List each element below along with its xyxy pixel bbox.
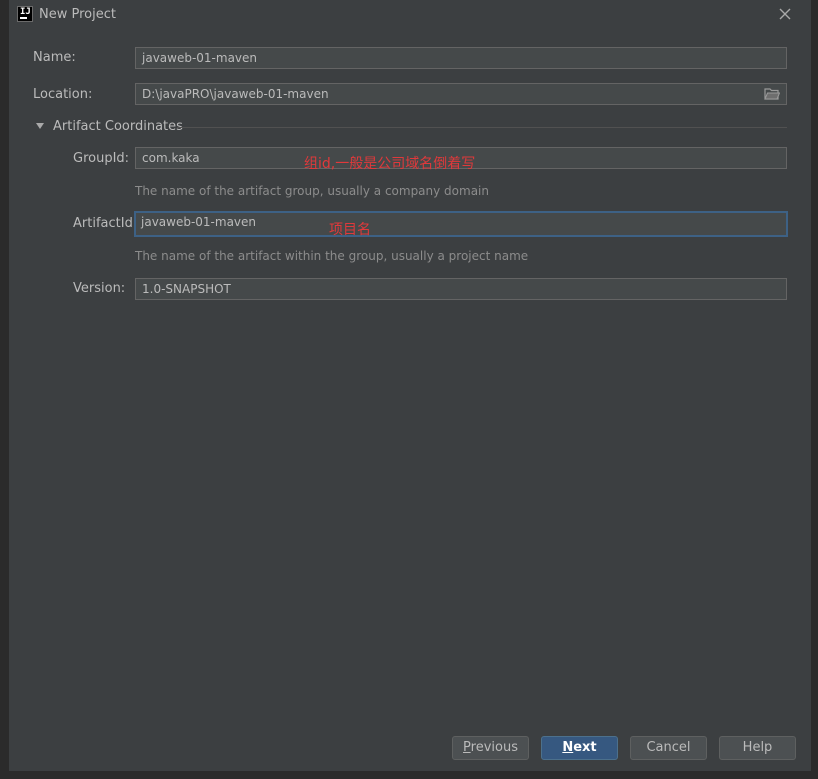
previous-label: revious [470, 740, 518, 755]
section-divider [177, 127, 787, 128]
close-icon[interactable] [775, 4, 795, 24]
previous-mnemonic: P [463, 740, 471, 755]
artifactid-hint: The name of the artifact within the grou… [135, 249, 529, 263]
groupid-label: GroupId: [73, 151, 130, 166]
next-label: ext [573, 740, 597, 755]
window-title: New Project [39, 7, 116, 22]
triangle-down-icon [36, 123, 44, 129]
artifactid-annotation: 项目名 [329, 222, 371, 238]
location-input[interactable]: D:\javaPRO\javaweb-01-maven [135, 83, 787, 105]
folder-icon[interactable] [764, 87, 781, 101]
version-label: Version: [73, 281, 126, 296]
name-input[interactable]: javaweb-01-maven [135, 47, 787, 69]
location-label: Location: [33, 87, 93, 102]
artifact-coordinates-title: Artifact Coordinates [53, 119, 183, 134]
title-bar: IJ New Project [9, 0, 811, 30]
new-project-dialog: IJ New Project Name: javaweb-01-maven Lo… [8, 0, 812, 771]
help-button[interactable]: Help [719, 736, 796, 760]
groupid-hint: The name of the artifact group, usually … [135, 184, 489, 198]
name-label: Name: [33, 50, 76, 65]
previous-button[interactable]: Previous [452, 736, 529, 760]
intellij-idea-icon: IJ [17, 6, 33, 22]
next-mnemonic: N [562, 740, 574, 755]
cancel-button[interactable]: Cancel [630, 736, 707, 760]
groupid-annotation: 组id,一般是公司域名倒着写 [304, 156, 476, 172]
artifactid-label: ArtifactId: [73, 216, 138, 231]
next-button[interactable]: Next [541, 736, 618, 760]
artifactid-input[interactable]: javaweb-01-maven [134, 211, 788, 237]
version-input[interactable]: 1.0-SNAPSHOT [135, 278, 787, 300]
location-value: D:\javaPRO\javaweb-01-maven [142, 87, 329, 101]
